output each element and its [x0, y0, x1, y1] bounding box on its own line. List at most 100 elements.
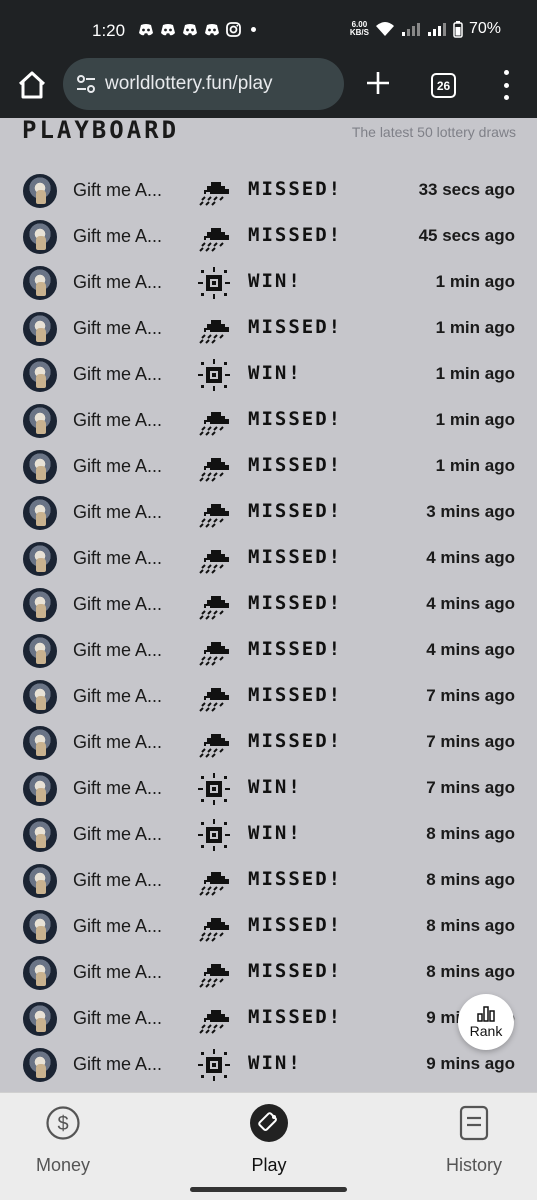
draw-result: WIN! — [248, 270, 302, 292]
player-avatar — [23, 450, 57, 484]
player-avatar — [23, 818, 57, 852]
draw-row: Gift me A... WIN! 8 mins ago — [0, 814, 537, 860]
draw-time: 1 min ago — [435, 456, 515, 475]
draw-row: Gift me A... WIN! 1 min ago — [0, 262, 537, 308]
draw-result: MISSED! — [248, 592, 343, 614]
rain-cloud-icon — [196, 312, 232, 346]
rain-cloud-icon — [196, 496, 232, 530]
draw-row: Gift me A... MISSED! 1 min ago — [0, 308, 537, 354]
system-status: 6.00 KB/S 70% — [350, 20, 501, 38]
draw-result: MISSED! — [248, 914, 343, 936]
draw-row: Gift me A... MISSED! 4 mins ago — [0, 538, 537, 584]
player-name: Gift me A... — [73, 962, 163, 982]
draw-time: 8 mins ago — [426, 962, 515, 981]
player-name: Gift me A... — [73, 410, 163, 430]
nav-history[interactable]: History — [419, 1103, 529, 1176]
draw-row: Gift me A... WIN! 7 mins ago — [0, 768, 537, 814]
player-avatar — [23, 1002, 57, 1036]
draw-row: Gift me A... MISSED! 8 mins ago — [0, 860, 537, 906]
draw-time: 4 mins ago — [426, 640, 515, 659]
draw-time: 33 secs ago — [418, 180, 515, 199]
player-avatar — [23, 864, 57, 898]
tab-switcher-button[interactable]: 26 — [431, 73, 456, 98]
player-name: Gift me A... — [73, 548, 163, 568]
notification-icons — [138, 22, 256, 37]
nav-play[interactable]: Play — [214, 1103, 324, 1176]
player-avatar — [23, 634, 57, 668]
rain-cloud-icon — [196, 588, 232, 622]
player-avatar — [23, 174, 57, 208]
bar-chart-icon — [477, 1005, 495, 1022]
rain-cloud-icon — [196, 680, 232, 714]
draw-result: WIN! — [248, 1052, 302, 1074]
draw-time: 9 mins ago — [426, 1054, 515, 1073]
player-avatar — [23, 772, 57, 806]
nav-money[interactable]: $ Money — [8, 1103, 118, 1176]
draw-time: 45 secs ago — [418, 226, 515, 245]
draw-time: 1 min ago — [435, 272, 515, 291]
player-avatar — [23, 404, 57, 438]
draw-time: 4 mins ago — [426, 594, 515, 613]
rain-cloud-icon — [196, 404, 232, 438]
player-name: Gift me A... — [73, 1008, 163, 1028]
player-avatar — [23, 680, 57, 714]
draw-list: Gift me A... MISSED! 33 secs ago Gift me A.… — [0, 170, 537, 1090]
svg-text:$: $ — [57, 1113, 68, 1135]
playboard-header: PLAYBOARD The latest 50 lottery draws — [22, 118, 516, 146]
rain-cloud-icon — [196, 956, 232, 990]
document-icon — [454, 1103, 494, 1143]
draw-time: 1 min ago — [435, 318, 515, 337]
network-speed-unit: KB/S — [349, 28, 369, 37]
more-notifications-dot — [251, 27, 256, 32]
player-avatar — [23, 220, 57, 254]
player-avatar — [23, 542, 57, 576]
url-text: worldlottery.fun/play — [105, 73, 273, 94]
discord-icon — [205, 23, 219, 35]
new-tab-icon[interactable] — [365, 70, 391, 96]
rain-cloud-icon — [196, 634, 232, 668]
draw-time: 7 mins ago — [426, 732, 515, 751]
sun-icon — [196, 772, 232, 806]
rank-button[interactable]: Rank — [458, 994, 514, 1050]
player-name: Gift me A... — [73, 364, 163, 384]
draw-time: 7 mins ago — [426, 686, 515, 705]
more-menu-icon[interactable] — [498, 70, 514, 100]
player-avatar — [23, 266, 57, 300]
nav-play-label: Play — [251, 1155, 287, 1175]
site-settings-icon[interactable] — [75, 73, 97, 95]
draw-time: 1 min ago — [435, 364, 515, 383]
player-name: Gift me A... — [73, 686, 163, 706]
play-ticket-icon — [249, 1103, 289, 1143]
draw-row: Gift me A... MISSED! 4 mins ago — [0, 584, 537, 630]
sun-icon — [196, 1048, 232, 1082]
rain-cloud-icon — [196, 1002, 232, 1036]
home-icon[interactable] — [16, 69, 48, 101]
playboard-subtitle: The latest 50 lottery draws — [351, 124, 516, 140]
nav-money-label: Money — [35, 1155, 91, 1175]
draw-result: MISSED! — [248, 454, 343, 476]
draw-result: MISSED! — [248, 546, 343, 568]
address-bar[interactable]: worldlottery.fun/play — [63, 58, 344, 110]
sun-icon — [196, 266, 232, 300]
sun-icon — [196, 358, 232, 392]
draw-time: 4 mins ago — [426, 548, 515, 567]
draw-row: Gift me A... MISSED! 45 secs ago — [0, 216, 537, 262]
draw-row: Gift me A...MISSED!9 mins ago — [0, 998, 537, 1044]
draw-row: Gift me A... MISSED! 8 mins ago — [0, 952, 537, 998]
draw-row: Gift me A... MISSED! 7 mins ago — [0, 676, 537, 722]
draw-row: Gift me A... MISSED! 4 mins ago — [0, 630, 537, 676]
rain-cloud-icon — [196, 220, 232, 254]
player-name: Gift me A... — [73, 732, 163, 752]
draw-time: 8 mins ago — [426, 824, 515, 843]
player-avatar — [23, 1048, 57, 1082]
draw-result: MISSED! — [248, 408, 343, 430]
draw-result: MISSED! — [248, 730, 343, 752]
player-name: Gift me A... — [73, 456, 163, 476]
dollar-circle-icon: $ — [43, 1103, 83, 1143]
draw-result: WIN! — [248, 776, 302, 798]
discord-icon — [139, 23, 153, 35]
rain-cloud-icon — [196, 450, 232, 484]
player-name: Gift me A... — [73, 1054, 163, 1074]
draw-row: Gift me A... WIN! 1 min ago — [0, 354, 537, 400]
rain-cloud-icon — [196, 726, 232, 760]
